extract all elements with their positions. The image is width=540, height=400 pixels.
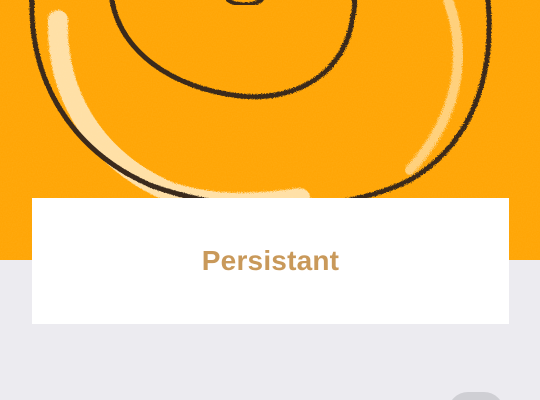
floating-button-edge[interactable] bbox=[448, 392, 504, 400]
title-card: Persistant bbox=[32, 198, 509, 324]
screen: Persistant bbox=[0, 0, 540, 400]
card-title: Persistant bbox=[201, 245, 340, 276]
